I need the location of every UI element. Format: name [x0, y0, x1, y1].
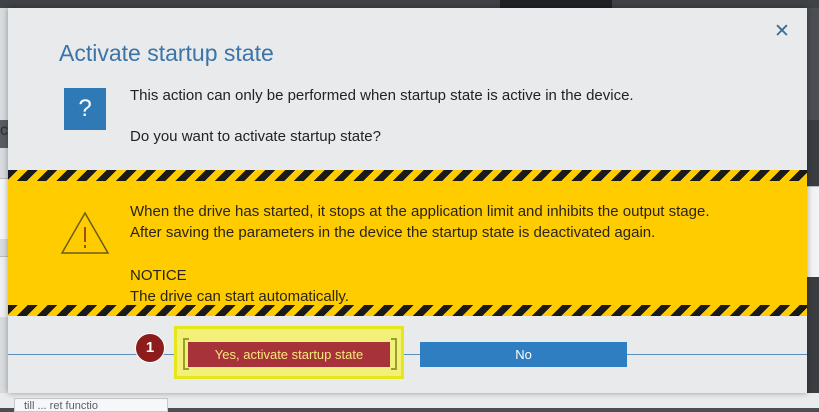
notice-text: The drive can start automatically.	[130, 288, 349, 305]
warning-body: When the drive has started, it stops at …	[8, 181, 807, 305]
dialog-question: Do you want to activate startup state?	[130, 128, 381, 145]
background-toolbar-block	[500, 0, 612, 8]
question-icon: ?	[64, 88, 106, 130]
background-titlebar	[0, 0, 819, 8]
background-right-row	[807, 186, 819, 277]
dialog-message: This action can only be performed when s…	[130, 87, 634, 104]
warning-panel: When the drive has started, it stops at …	[8, 170, 807, 316]
warning-triangle-icon	[60, 211, 110, 254]
warning-text: After saving the parameters in the devic…	[130, 224, 656, 241]
no-button[interactable]: No	[420, 342, 627, 367]
close-icon[interactable]: ✕	[771, 21, 793, 43]
hazard-stripe-bottom	[8, 305, 807, 316]
button-divider	[8, 354, 807, 355]
activate-startup-dialog: ✕ Activate startup state ? This action c…	[8, 8, 807, 393]
background-left-row	[0, 178, 8, 239]
background-text: c	[0, 122, 8, 139]
notice-heading: NOTICE	[130, 267, 187, 284]
dialog-title: Activate startup state	[59, 40, 274, 66]
step-number-badge: 1	[135, 333, 165, 363]
yes-activate-button[interactable]: Yes, activate startup state	[188, 342, 390, 367]
warning-text: When the drive has started, it stops at …	[130, 203, 710, 220]
hazard-stripe-top	[8, 170, 807, 181]
background-bottom-text: till ... ret functio	[24, 400, 98, 412]
focus-bracket-right	[391, 338, 397, 370]
background-left-row	[0, 256, 8, 317]
